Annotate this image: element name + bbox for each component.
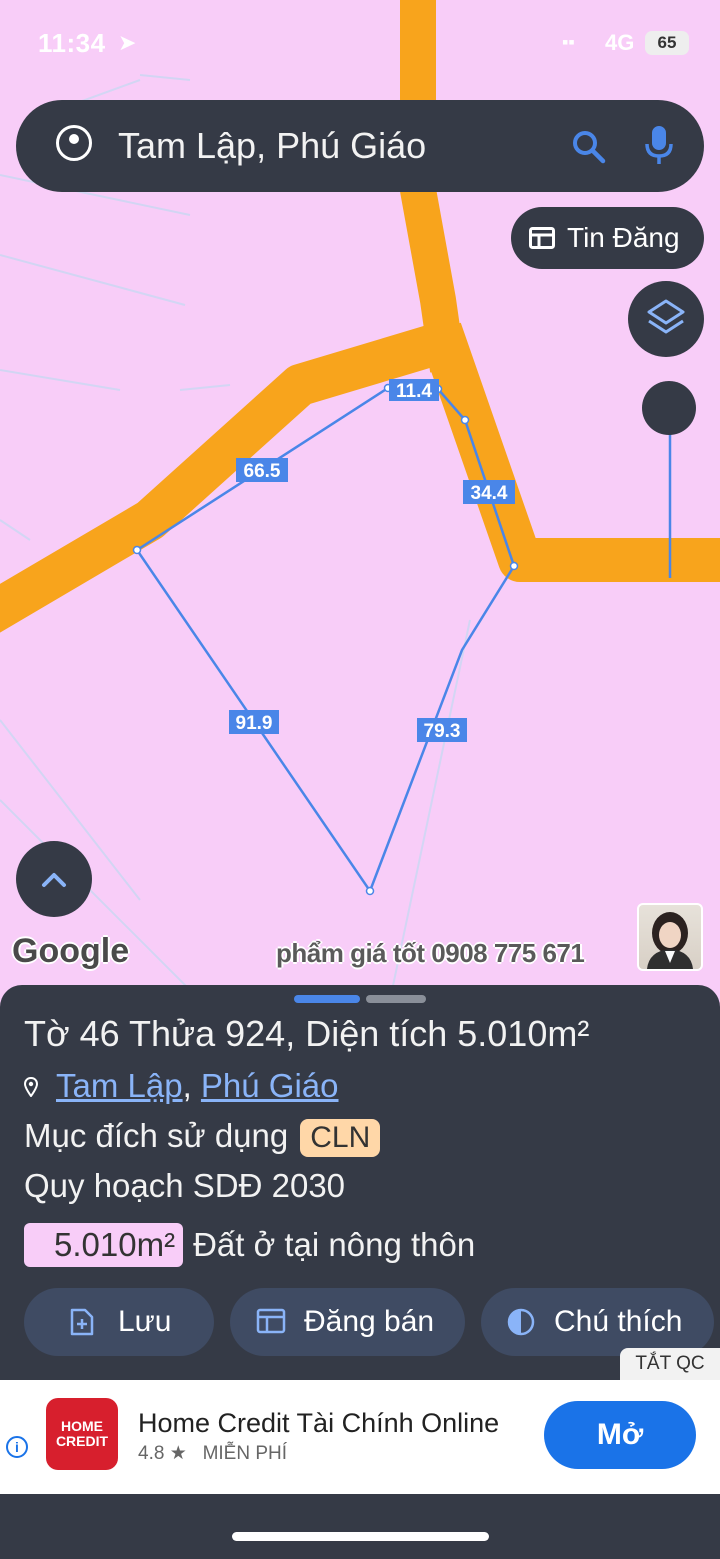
save-label: Lưu: [118, 1305, 172, 1338]
location-arrow-icon: ➤: [118, 30, 137, 55]
location-separator: ,: [182, 1067, 201, 1104]
home-bar: [0, 1494, 720, 1559]
mic-icon[interactable]: [644, 124, 674, 166]
plan-label: Quy hoạch SDĐ 2030: [24, 1167, 346, 1204]
save-button[interactable]: Lưu: [24, 1288, 214, 1356]
sheet-handle-active[interactable]: [294, 995, 360, 1003]
search-icon[interactable]: [572, 130, 606, 164]
area-type: Đất ở tại nông thôn: [193, 1226, 476, 1263]
ad-price: MIỄN PHÍ: [202, 1443, 288, 1464]
tin-dang-label: Tin Đăng: [567, 222, 680, 253]
contrast-icon: [507, 1308, 535, 1336]
post-for-sale-label: Đăng bán: [304, 1305, 435, 1338]
add-document-icon: [70, 1308, 94, 1336]
expand-up-button[interactable]: [16, 841, 92, 917]
ad-banner[interactable]: i HOME CREDIT Home Credit Tài Chính Onli…: [0, 1380, 720, 1494]
listing-icon: [256, 1308, 286, 1334]
search-query[interactable]: Tam Lập, Phú Giáo: [118, 125, 426, 167]
open-app-button[interactable]: Mở: [544, 1401, 696, 1469]
ad-rating: 4.8 ★: [138, 1443, 187, 1464]
location-pin-icon: [24, 1077, 38, 1097]
hide-ads-button[interactable]: TẮT QC: [620, 1348, 720, 1380]
ad-app-name: Home Credit Tài Chính Online: [138, 1408, 500, 1438]
purpose-label: Mục đích sử dụng: [24, 1117, 289, 1154]
google-logo: Google: [12, 932, 130, 970]
status-time: 11:34: [38, 28, 106, 58]
home-indicator[interactable]: [232, 1532, 489, 1541]
home-credit-logo: HOME CREDIT: [46, 1398, 118, 1470]
area-row: 5.010m² Đất ở tại nông thôn: [24, 1223, 475, 1267]
battery-icon: 65: [645, 31, 689, 55]
legend-button[interactable]: Chú thích: [481, 1288, 714, 1356]
post-for-sale-button[interactable]: Đăng bán: [230, 1288, 465, 1356]
land-use-purpose: Mục đích sử dụng CLN: [24, 1117, 381, 1157]
search-bar[interactable]: Tam Lập, Phú Giáo: [16, 100, 704, 192]
ad-rating-row: 4.8 ★ MIỄN PHÍ: [138, 1442, 287, 1465]
legend-label: Chú thích: [554, 1305, 683, 1338]
logo-text-home: HOME: [61, 1418, 103, 1434]
area-value-badge: 5.010m²: [24, 1223, 184, 1267]
network-type: 4G: [605, 30, 635, 55]
chevron-up-icon: [42, 873, 66, 887]
map-slider-handle[interactable]: [642, 381, 696, 435]
layers-icon: [647, 299, 685, 334]
plot-location: Tam Lập, Phú Giáo: [24, 1067, 339, 1105]
status-bar: 11:34 ➤ ▪▪ 4G 65: [0, 0, 720, 90]
account-icon[interactable]: [56, 125, 92, 161]
sheet-handle[interactable]: [366, 995, 426, 1003]
listing-icon: [529, 227, 555, 249]
location-link-district[interactable]: Phú Giáo: [201, 1067, 339, 1104]
location-link-commune[interactable]: Tam Lập: [56, 1067, 183, 1104]
logo-text-credit: CREDIT: [55, 1433, 109, 1449]
info-icon[interactable]: i: [6, 1436, 28, 1458]
avatar: [637, 903, 703, 971]
info-sheet[interactable]: Tờ 46 Thửa 924, Diện tích 5.010m² Tam Lậ…: [0, 985, 720, 1380]
signal-icon: ▪▪: [562, 32, 575, 52]
tin-dang-button[interactable]: Tin Đăng: [511, 207, 704, 269]
purpose-code-badge: CLN: [300, 1119, 381, 1157]
plot-title: Tờ 46 Thửa 924, Diện tích 5.010m²: [24, 1013, 590, 1054]
watermark-text: phẩm giá tốt 0908 775 671: [276, 938, 585, 968]
layers-button[interactable]: [628, 281, 704, 357]
